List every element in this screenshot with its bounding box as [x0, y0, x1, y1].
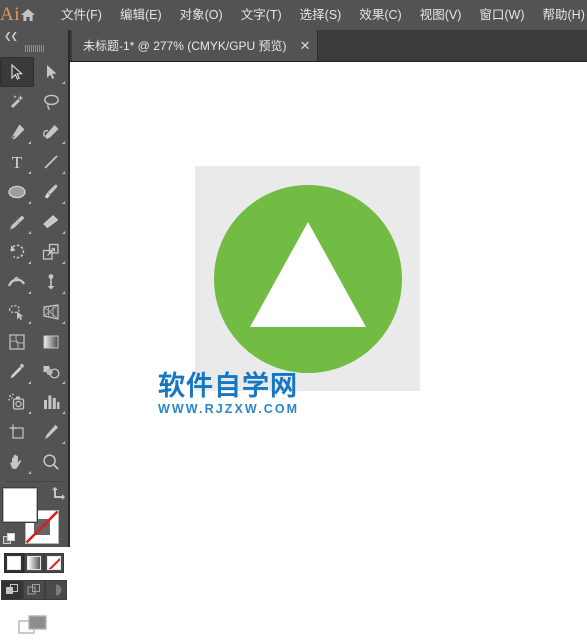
collapse-panel-icon[interactable]: ❮❮ — [4, 31, 17, 41]
perspective-grid-tool[interactable] — [34, 297, 68, 327]
fill-swatch[interactable] — [3, 488, 37, 522]
tool-flyout-indicator — [62, 381, 65, 384]
tool-flyout-indicator — [62, 291, 65, 294]
scale-tool[interactable] — [34, 237, 68, 267]
tool-flyout-indicator — [28, 261, 31, 264]
menu-item-list: 文件(F) 编辑(E) 对象(O) 文字(T) 选择(S) 效果(C) 视图(V… — [52, 0, 587, 30]
default-fill-stroke-icon[interactable] — [3, 533, 16, 546]
gradient-tool[interactable] — [34, 327, 68, 357]
menu-item-window[interactable]: 窗口(W) — [470, 0, 533, 30]
panel-drag-grip[interactable] — [0, 42, 68, 54]
tools-panel-header: ❮❮ — [0, 30, 68, 42]
column-graph-tool[interactable] — [34, 387, 68, 417]
curvature-tool[interactable] — [34, 117, 68, 147]
hand-tool[interactable] — [0, 447, 34, 477]
type-tool[interactable]: T — [0, 147, 34, 177]
tool-flyout-indicator — [62, 321, 65, 324]
illustrator-window: Ai 文件(F) 编辑(E) 对象(O) 文字(T) 选择(S) 效果(C) 视… — [0, 0, 587, 547]
close-icon[interactable]: ✕ — [300, 39, 311, 52]
selection-tool[interactable] — [0, 57, 34, 87]
tool-flyout-indicator — [62, 261, 65, 264]
menu-item-help[interactable]: 帮助(H) — [534, 0, 587, 30]
draw-inside-mode-button[interactable] — [45, 580, 67, 600]
tool-flyout-indicator — [28, 291, 31, 294]
tool-flyout-indicator — [28, 411, 31, 414]
shaper-pencil-tool[interactable] — [0, 207, 34, 237]
svg-text:T: T — [12, 153, 23, 171]
eraser-tool[interactable] — [34, 207, 68, 237]
tool-flyout-indicator — [62, 231, 65, 234]
line-segment-tool[interactable] — [34, 147, 68, 177]
tool-flyout-indicator — [28, 471, 31, 474]
menu-item-type[interactable]: 文字(T) — [232, 0, 291, 30]
tool-flyout-indicator — [28, 201, 31, 204]
watermark-en-text: WWW.RJZXW.COM — [158, 402, 299, 417]
direct-selection-tool[interactable] — [34, 57, 68, 87]
pen-tool[interactable] — [0, 117, 34, 147]
tool-flyout-indicator — [62, 411, 65, 414]
menu-item-select[interactable]: 选择(S) — [291, 0, 351, 30]
gradient-mode-button[interactable] — [24, 553, 44, 573]
white-triangle-shape[interactable] — [250, 222, 366, 327]
tools-grid: T — [0, 57, 68, 477]
lasso-tool[interactable] — [34, 87, 68, 117]
tool-flyout-indicator — [28, 381, 31, 384]
none-mode-button[interactable] — [44, 553, 64, 573]
document-tab-label: 未标题-1* @ 277% (CMYK/GPU 预览) — [83, 37, 287, 54]
fill-stroke-control — [3, 488, 65, 546]
watermark-cn-text: 软件自学网 — [158, 372, 299, 402]
blend-tool[interactable] — [34, 357, 68, 387]
tool-flyout-indicator — [28, 231, 31, 234]
menu-bar: Ai 文件(F) 编辑(E) 对象(O) 文字(T) 选择(S) 效果(C) 视… — [0, 0, 587, 30]
draw-normal-mode-button[interactable] — [1, 580, 23, 600]
menu-item-file[interactable]: 文件(F) — [52, 0, 111, 30]
color-mode-button[interactable] — [4, 553, 24, 573]
symbol-sprayer-tool[interactable] — [0, 387, 34, 417]
free-transform-tool[interactable] — [34, 267, 68, 297]
rotate-tool[interactable] — [0, 237, 34, 267]
eyedropper-tool[interactable] — [0, 357, 34, 387]
tool-flyout-indicator — [28, 141, 31, 144]
mesh-tool[interactable] — [0, 327, 34, 357]
tool-flyout-indicator — [62, 81, 65, 84]
paintbrush-tool[interactable] — [34, 177, 68, 207]
draw-behind-mode-button[interactable] — [23, 580, 45, 600]
zoom-tool[interactable] — [34, 447, 68, 477]
tool-flyout-indicator — [62, 171, 65, 174]
tool-flyout-indicator — [28, 321, 31, 324]
swap-fill-stroke-icon[interactable] — [51, 486, 65, 500]
screen-mode-row — [0, 614, 68, 641]
tool-flyout-indicator — [28, 171, 31, 174]
menu-item-edit[interactable]: 编辑(E) — [111, 0, 171, 30]
artboard-tool[interactable] — [0, 417, 34, 447]
shape-builder-tool[interactable] — [0, 297, 34, 327]
change-screen-mode-button[interactable] — [17, 614, 51, 641]
document-canvas[interactable]: 软件自学网 WWW.RJZXW.COM — [70, 62, 587, 547]
width-tool[interactable] — [0, 267, 34, 297]
magic-wand-tool[interactable] — [0, 87, 34, 117]
tools-panel: ❮❮ — [0, 30, 70, 547]
watermark: 软件自学网 WWW.RJZXW.COM — [158, 372, 299, 417]
tool-flyout-indicator — [62, 141, 65, 144]
tools-divider — [6, 481, 62, 482]
tool-flyout-indicator — [62, 201, 65, 204]
app-logo: Ai — [0, 0, 20, 30]
menu-item-effect[interactable]: 效果(C) — [350, 0, 410, 30]
ellipse-tool[interactable] — [0, 177, 34, 207]
menu-item-view[interactable]: 视图(V) — [411, 0, 471, 30]
draw-mode-row — [0, 580, 68, 600]
document-tab-bar: 未标题-1* @ 277% (CMYK/GPU 预览) ✕ — [70, 30, 587, 62]
home-icon[interactable] — [20, 0, 36, 30]
paint-mode-row — [0, 553, 68, 573]
menu-item-object[interactable]: 对象(O) — [171, 0, 232, 30]
slice-tool[interactable] — [34, 417, 68, 447]
document-tab[interactable]: 未标题-1* @ 277% (CMYK/GPU 预览) ✕ — [72, 30, 318, 61]
tool-flyout-indicator — [62, 441, 65, 444]
